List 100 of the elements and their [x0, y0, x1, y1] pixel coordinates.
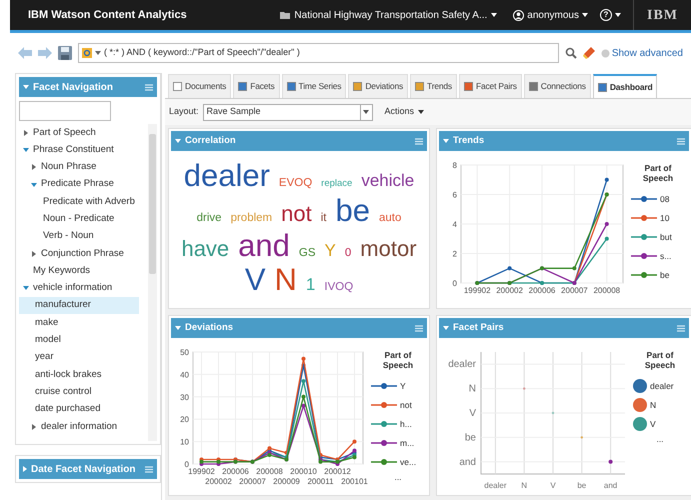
panel-title: Trends — [453, 134, 486, 148]
cloud-word[interactable]: EVOQ — [278, 177, 312, 190]
forward-arrow-icon[interactable] — [38, 47, 52, 59]
caret-icon — [32, 424, 36, 430]
axis-tick-label: be — [577, 481, 586, 490]
caret-icon — [582, 13, 588, 17]
menu-icon[interactable] — [145, 466, 153, 472]
panel-title: Facet Pairs — [453, 320, 505, 335]
tree-item[interactable]: Conjunction Phrase — [19, 245, 139, 262]
tree-item[interactable]: model — [19, 332, 139, 349]
axis-tick-label: 10 — [180, 438, 189, 447]
cloud-word[interactable]: IVOQ — [324, 281, 354, 294]
menu-icon[interactable] — [415, 324, 423, 332]
menu-icon[interactable] — [415, 138, 423, 144]
legend-label: s... — [660, 250, 672, 262]
axis-tick-label: 200011 — [307, 477, 334, 486]
filter-input[interactable] — [19, 101, 111, 121]
panel-title: Facet Navigation — [33, 80, 114, 94]
tree-item[interactable]: Part of Speech — [19, 124, 139, 142]
tree-item[interactable]: cruise control — [19, 383, 139, 401]
menu-icon[interactable] — [677, 138, 685, 144]
cloud-word[interactable]: GS — [298, 246, 316, 259]
tree-item[interactable]: Predicate Phrase — [19, 176, 139, 194]
axis-tick-label: 200006 — [222, 467, 249, 476]
search-icon[interactable] — [564, 47, 577, 59]
query-field[interactable]: ( *:* ) AND ( keyword::/"Part of Speech"/"dealer" ) — [78, 43, 559, 63]
caret-icon — [23, 85, 29, 89]
tree-item[interactable]: vehicle information — [19, 280, 139, 297]
tab[interactable]: Connections — [524, 74, 591, 98]
cloud-word[interactable]: drive — [196, 212, 222, 224]
logo: IBM — [647, 6, 678, 24]
actions-menu[interactable]: Actions — [384, 105, 424, 119]
caret-icon — [23, 286, 29, 290]
cloud-word[interactable]: be — [335, 194, 370, 228]
tree-item[interactable]: Verb - Noun — [19, 228, 139, 246]
axis-tick-label: V — [469, 408, 476, 419]
cloud-word[interactable]: 0 — [344, 246, 352, 259]
axis-tick-label: 8 — [452, 161, 457, 170]
cloud-word[interactable]: N — [274, 264, 297, 297]
tree-item[interactable]: Phrase Constituent — [19, 141, 139, 159]
menu-icon[interactable] — [145, 84, 153, 90]
axis-tick-label: 200002 — [205, 477, 232, 486]
tree-item[interactable]: make — [19, 314, 139, 332]
legend-label: Y — [400, 380, 406, 392]
cloud-word[interactable]: V — [244, 264, 266, 297]
cloud-word[interactable]: and — [238, 230, 290, 262]
tree-item[interactable]: Noun Phrase — [19, 158, 139, 176]
tree-item[interactable]: date purchased — [19, 400, 139, 418]
data-point — [352, 440, 356, 444]
cloud-word[interactable]: dealer — [184, 160, 270, 193]
axis-tick-label: 50 — [180, 348, 189, 357]
axis-tick-label: 200010 — [290, 467, 317, 476]
show-advanced-link[interactable]: Show advanced — [612, 46, 683, 60]
axis-tick-label: 200002 — [496, 286, 523, 295]
tab[interactable]: Dashboard — [592, 74, 658, 98]
axis-tick-label: 200101 — [341, 477, 368, 486]
panel-title: Date Facet Navigation — [31, 462, 136, 476]
cloud-word[interactable]: not — [281, 202, 312, 226]
cloud-word[interactable]: it — [320, 212, 326, 224]
legend-more: ... — [394, 471, 402, 484]
tab[interactable]: Documents — [168, 74, 232, 98]
cloud-word[interactable]: vehicle — [361, 172, 414, 190]
tab[interactable]: Facets — [233, 74, 280, 98]
tree-item[interactable]: anti-lock brakes — [19, 366, 139, 384]
tab[interactable]: Time Series — [282, 74, 346, 98]
cloud-word[interactable]: auto — [378, 212, 402, 224]
scrollbar-thumb[interactable] — [149, 134, 156, 274]
axis-tick-label: 4 — [452, 220, 457, 229]
layout-select[interactable]: Rave Sample — [202, 104, 373, 120]
tree-item[interactable]: dealer information — [19, 418, 139, 436]
menu-icon[interactable] — [677, 324, 685, 332]
cloud-word[interactable]: motor — [360, 236, 417, 260]
app-title: IBM Watson Content Analytics — [27, 8, 188, 23]
eraser-icon[interactable] — [582, 47, 595, 59]
tab[interactable]: Trends — [410, 74, 457, 98]
data-point — [552, 412, 554, 414]
caret-icon — [32, 250, 36, 257]
tree-item[interactable]: year — [19, 348, 139, 366]
axis-tick-label: N — [468, 384, 476, 395]
tree-item[interactable]: Predicate with Adverb — [19, 193, 139, 210]
collection-menu[interactable]: National Highway Transportation Safety A... — [280, 8, 498, 22]
tab[interactable]: Facet Pairs — [458, 74, 522, 98]
tree-item[interactable]: Noun - Predicate — [19, 210, 139, 228]
legend-label: ve... — [400, 456, 416, 468]
axis-tick-label: and — [604, 481, 618, 490]
axis-tick-label: 200007 — [561, 286, 588, 295]
axis-tick-label: 2 — [452, 250, 457, 258]
axis-tick-label: 30 — [180, 392, 189, 402]
tree-item[interactable]: manufacturer — [19, 296, 139, 314]
scrollbar[interactable] — [148, 124, 157, 441]
axis-tick-label: 200008 — [256, 467, 283, 476]
back-arrow-icon[interactable] — [18, 47, 32, 59]
user-menu[interactable]: anonymous — [513, 8, 588, 22]
legend-more: ... — [656, 433, 664, 446]
caret-icon — [23, 148, 29, 152]
caret-icon — [175, 326, 181, 330]
save-icon[interactable] — [58, 46, 72, 60]
tree-item[interactable]: My Keywords — [19, 262, 139, 280]
tab[interactable]: Deviations — [348, 74, 408, 98]
axis-tick-label: 6 — [452, 190, 457, 200]
